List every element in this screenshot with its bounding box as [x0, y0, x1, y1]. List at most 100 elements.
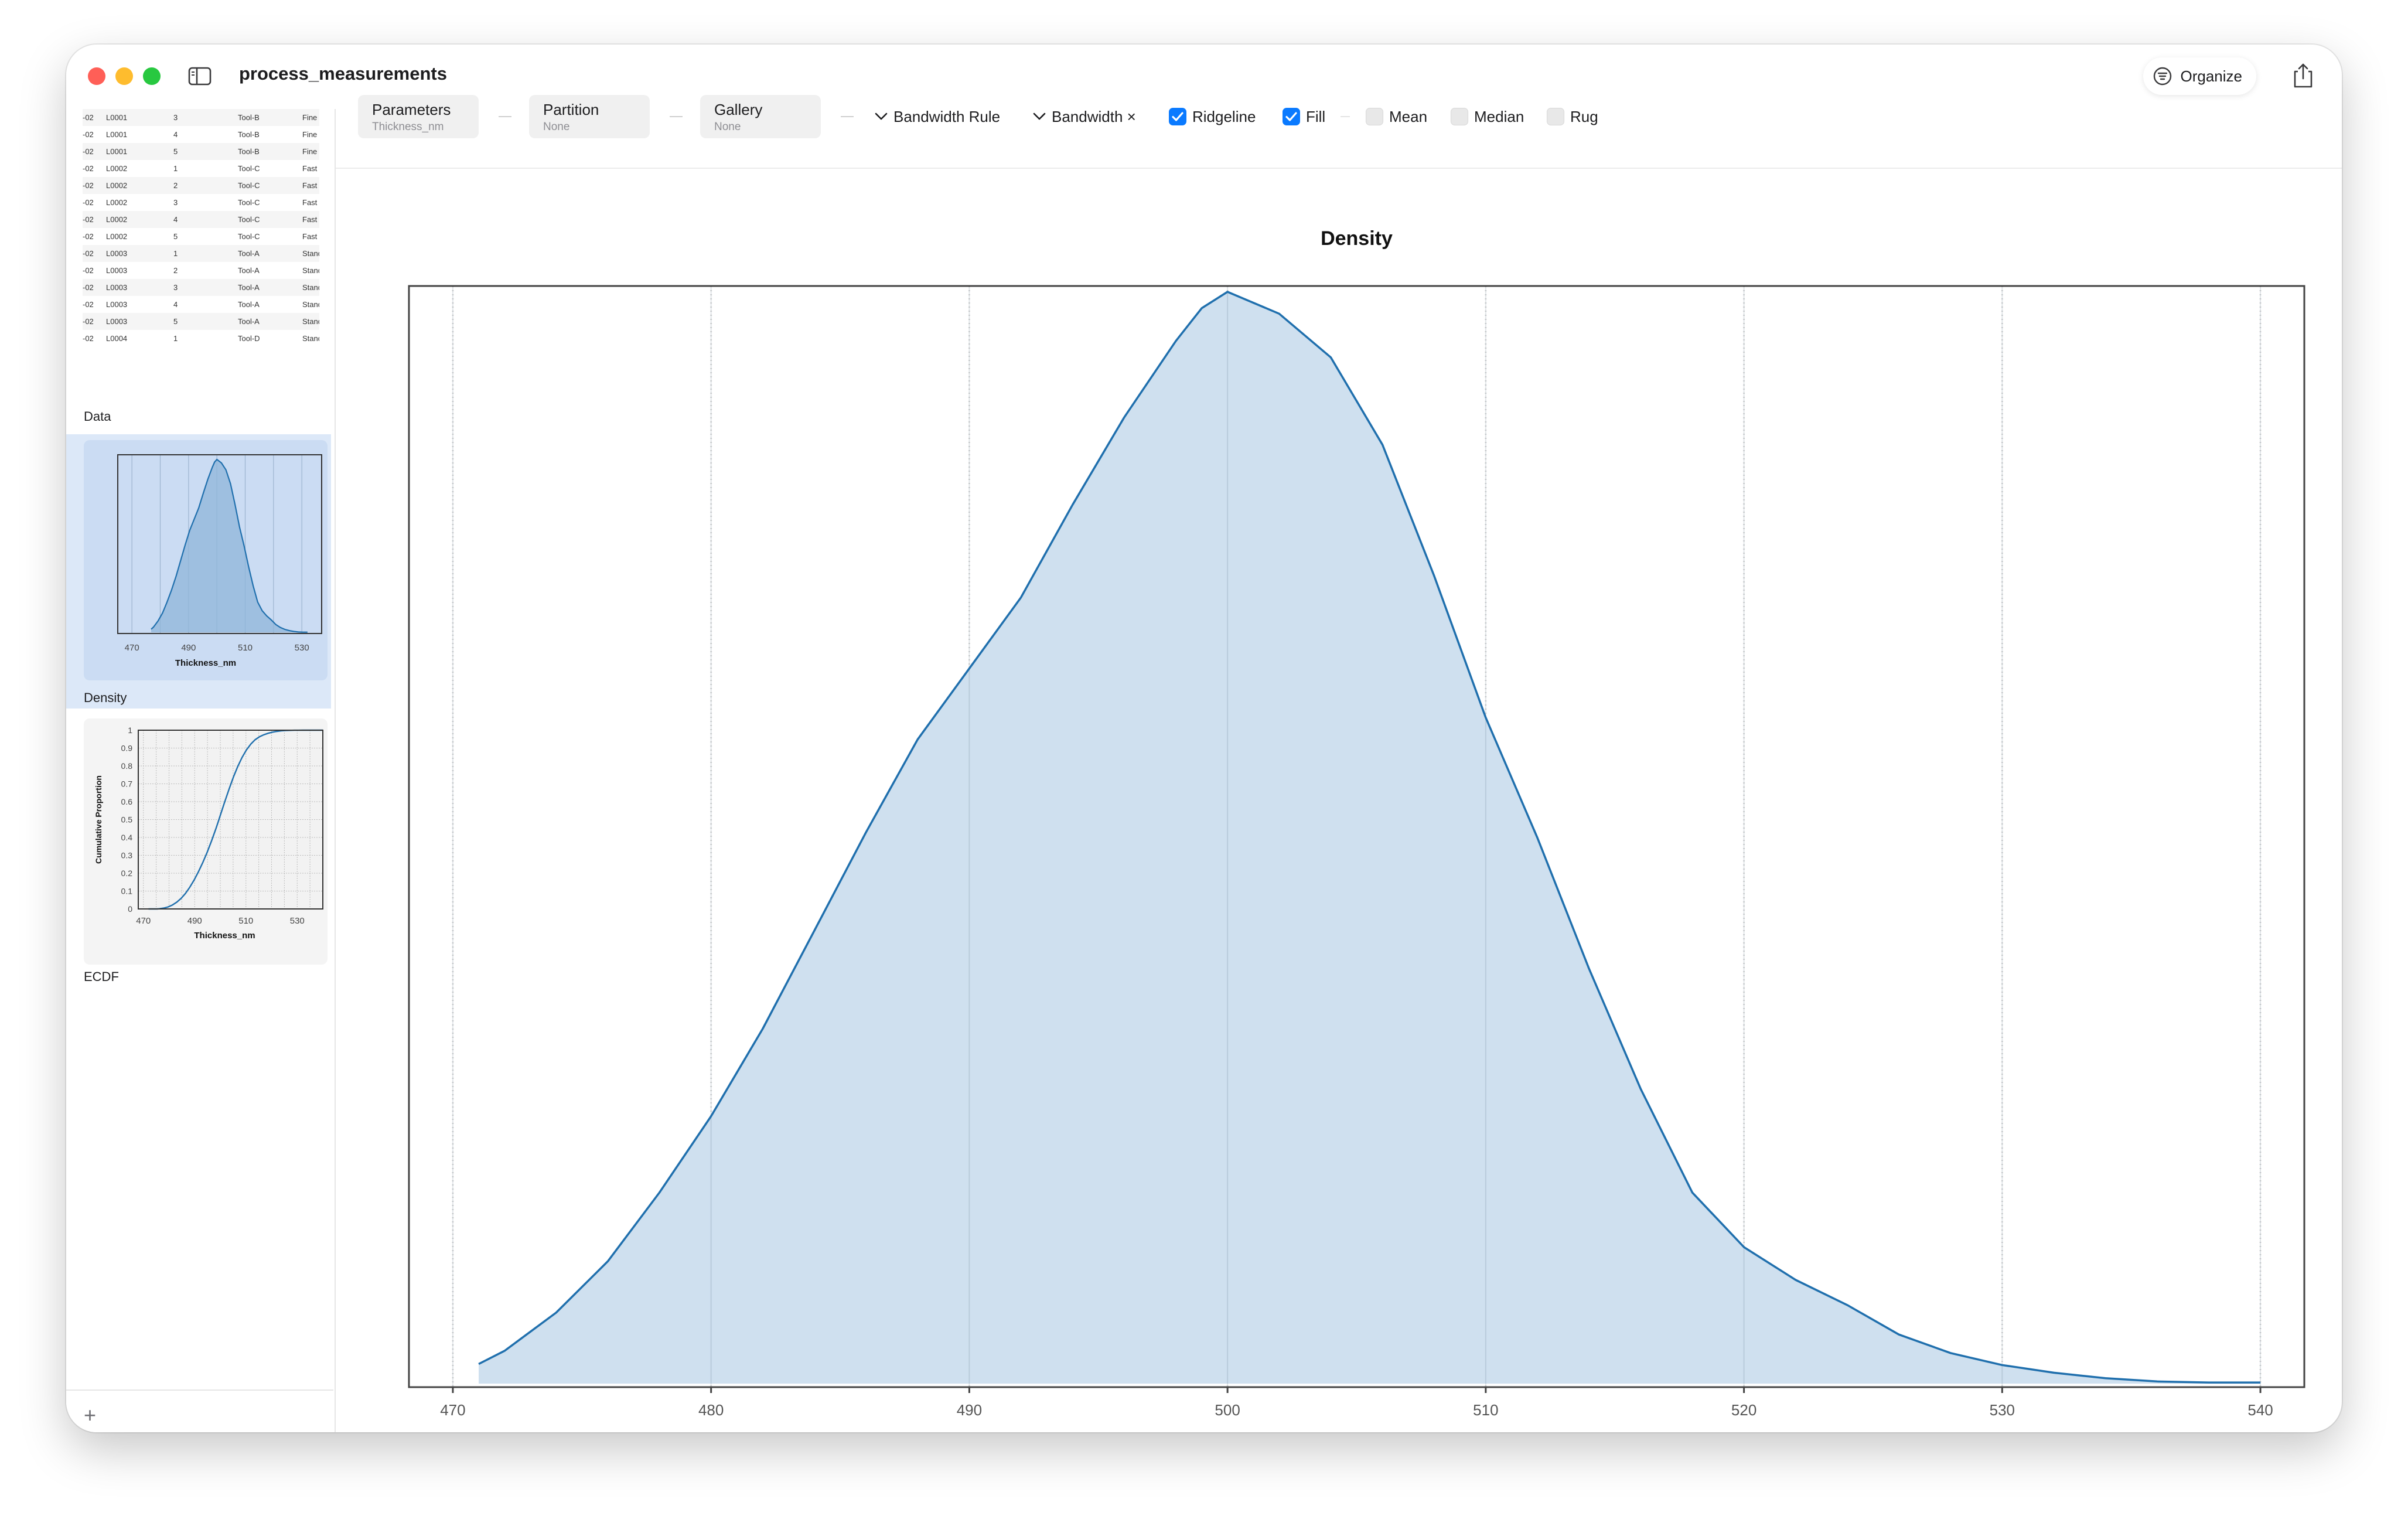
sheet-cell: -02: [83, 249, 94, 258]
close-button[interactable]: [88, 67, 105, 85]
density-thumb-label: Density: [84, 690, 127, 705]
thumb-x-tick-label: 490: [181, 643, 196, 653]
ecdf-x-axis-label: Thickness_nm: [194, 931, 255, 941]
sheet-row: -02 L0002 4 Tool-C Fast: [83, 211, 319, 228]
checkbox-unchecked-icon: [1366, 108, 1383, 125]
x-tick-label: 510: [1473, 1401, 1498, 1419]
sheet-cell: Tool-C: [238, 164, 260, 173]
sheet-row: -02 L0001 5 Tool-B Fine: [83, 143, 319, 160]
toolbar-separator: [670, 116, 683, 117]
sheet-row: -02 L0002 5 Tool-C Fast: [83, 228, 319, 245]
sheet-cell: 3: [173, 283, 178, 292]
thumb-x-tick-label: 510: [238, 643, 253, 653]
ecdf-y-tick-label: 0.4: [121, 833, 133, 842]
ridgeline-label: Ridgeline: [1192, 107, 1256, 125]
mean-label: Mean: [1389, 107, 1428, 125]
x-tick-label: 540: [2247, 1401, 2273, 1419]
organize-button[interactable]: Organize: [2143, 57, 2256, 95]
sheet-cell: Tool-A: [238, 249, 260, 258]
sheet-cell: Fast: [302, 215, 318, 224]
bandwidth-label: Bandwidth ×: [1052, 107, 1136, 125]
x-tick-label: 500: [1215, 1401, 1240, 1419]
bandwidth-rule-label: Bandwidth Rule: [893, 107, 1001, 125]
sheet-cell: L0001: [106, 147, 128, 156]
bandwidth-rule-menu[interactable]: Bandwidth Rule: [875, 106, 1000, 127]
sheet-cell: Fast: [302, 232, 318, 241]
median-checkbox[interactable]: Median: [1451, 106, 1524, 127]
sheet-cell: 5: [173, 147, 178, 156]
ecdf-y-tick-label: 0.6: [121, 797, 133, 806]
sheet-cell: L0003: [106, 317, 128, 326]
share-icon[interactable]: [2290, 62, 2316, 89]
sheet-cell: Fine: [302, 130, 318, 139]
partition-well[interactable]: Partition None: [529, 95, 650, 138]
sheet-row: -02 L0002 3 Tool-C Fast: [83, 194, 319, 211]
x-tick-label: 530: [1990, 1401, 2015, 1419]
toolbar-separator: [1341, 116, 1350, 117]
ecdf-y-tick-label: 0.7: [121, 779, 133, 789]
sheet-cell: Stand: [302, 283, 319, 292]
sheet-cell: Stand: [302, 300, 319, 309]
checkbox-unchecked-icon: [1451, 108, 1468, 125]
app-window: process_measurements Organize -02 L0001 3 T…: [66, 45, 2342, 1432]
zoom-button[interactable]: [143, 67, 161, 85]
sheet-cell: L0002: [106, 232, 128, 241]
sidebar-toggle-icon[interactable]: [188, 66, 212, 87]
ecdf-y-tick-label: 0.9: [121, 744, 133, 753]
sheet-cell: Fast: [302, 164, 318, 173]
ecdf-thumbnail[interactable]: 0 0.1 0.2 0.3 0.4 0.5 0.6 0.7 0.8 0.9 1 470 490 510 53…: [84, 718, 328, 965]
sheet-cell: Tool-B: [238, 130, 260, 139]
density-thumbnail[interactable]: 470 490 510 530 Thickness_nm: [84, 440, 328, 680]
sheet-cell: Tool-C: [238, 181, 260, 190]
fill-checkbox[interactable]: Fill: [1283, 106, 1325, 127]
sheet-cell: Stand: [302, 317, 319, 326]
thumb-density-area: [151, 459, 308, 632]
sheet-row: -02 L0002 1 Tool-C Fast: [83, 160, 319, 177]
sheet-cell: Tool-B: [238, 113, 260, 122]
toolbar-separator: [499, 116, 511, 117]
data-thumb-label: Data: [84, 409, 111, 424]
sheet-row: -02 L0003 1 Tool-A Stand: [83, 245, 319, 262]
sheet-cell: Stand: [302, 249, 319, 258]
add-button[interactable]: +: [84, 1403, 96, 1428]
sheet-cell: Tool-C: [238, 232, 260, 241]
ecdf-x-tick-label: 530: [290, 916, 305, 926]
ecdf-y-tick-label: 0.2: [121, 869, 133, 878]
sheet-cell: L0003: [106, 300, 128, 309]
ecdf-y-tick-label: 0.5: [121, 815, 133, 825]
gallery-value: None: [714, 121, 741, 133]
parameters-well[interactable]: Parameters Thickness_nm: [358, 95, 479, 138]
chevron-down-icon: [1033, 113, 1046, 120]
bandwidth-menu[interactable]: Bandwidth ×: [1033, 106, 1136, 127]
sheet-cell: -02: [83, 215, 94, 224]
data-sheet-thumbnail[interactable]: -02 L0001 3 Tool-B Fine -02 L0001 4 Tool-B Fine -0…: [83, 109, 319, 355]
sheet-cell: -02: [83, 317, 94, 326]
ecdf-y-tick-label: 0: [128, 904, 132, 914]
sheet-cell: 4: [173, 215, 178, 224]
sheet-cell: L0002: [106, 198, 128, 207]
sheet-cell: 3: [173, 113, 178, 122]
sheet-cell: Tool-C: [238, 215, 260, 224]
ecdf-x-tick-label: 490: [187, 916, 202, 926]
ecdf-y-tick-label: 0.8: [121, 761, 133, 771]
gallery-well[interactable]: Gallery None: [700, 95, 821, 138]
sheet-row: -02 L0001 3 Tool-B Fine: [83, 109, 319, 126]
x-tick-label: 470: [440, 1401, 465, 1419]
sheet-cell: 1: [173, 249, 178, 258]
sheet-cell: Tool-A: [238, 317, 260, 326]
organize-icon: [2153, 67, 2171, 86]
mean-checkbox[interactable]: Mean: [1366, 106, 1427, 127]
sheet-cell: -02: [83, 198, 94, 207]
chart-title: Density: [1321, 227, 1393, 250]
sheet-cell: -02: [83, 232, 94, 241]
window-title: process_measurements: [239, 63, 447, 84]
ridgeline-checkbox[interactable]: Ridgeline: [1169, 106, 1256, 127]
minimize-button[interactable]: [115, 67, 133, 85]
parameters-title: Parameters: [372, 101, 451, 118]
rug-checkbox[interactable]: Rug: [1547, 106, 1598, 127]
checkbox-checked-icon: [1169, 108, 1186, 125]
median-label: Median: [1474, 107, 1524, 125]
ecdf-thumb-label: ECDF: [84, 969, 119, 984]
sheet-cell: -02: [83, 147, 94, 156]
sheet-cell: 4: [173, 300, 178, 309]
